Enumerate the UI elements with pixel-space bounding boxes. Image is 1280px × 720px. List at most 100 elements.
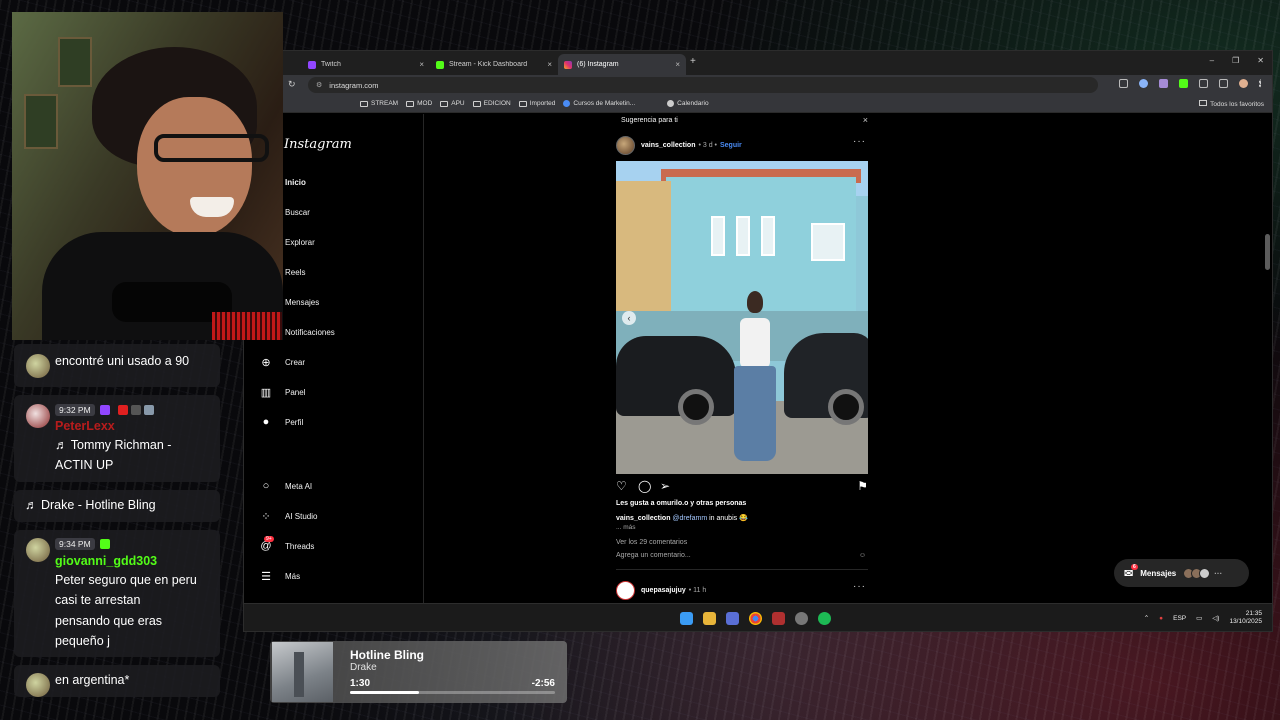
chat-username[interactable]: PeterLexx xyxy=(55,419,115,433)
progress-fill xyxy=(350,691,420,694)
photo-window xyxy=(736,216,750,256)
chat-username[interactable]: giovanni_gdd303 xyxy=(55,554,157,568)
photo-person-jeans xyxy=(734,366,776,461)
nav-label: Mensajes xyxy=(285,298,320,307)
chat-message: ♬ Drake - Hotline Bling xyxy=(14,490,220,522)
bookmark-folder-imported[interactable]: Imported xyxy=(518,100,556,107)
spotify-icon[interactable] xyxy=(818,612,831,625)
follow-button[interactable]: Seguir xyxy=(720,142,742,149)
new-tab-button[interactable]: + xyxy=(690,56,696,67)
app-icon[interactable] xyxy=(772,612,785,625)
nav-item-perfil[interactable]: ● Perfil xyxy=(255,416,304,428)
close-tab-icon[interactable]: × xyxy=(419,60,424,69)
nav-item-más[interactable]: ☰ Más xyxy=(255,570,300,583)
close-window-button[interactable]: ✕ xyxy=(1257,56,1264,65)
address-bar-row: ↻ ⚙ instagram.com xyxy=(244,75,1272,95)
streamer-face xyxy=(137,97,252,237)
url-text: instagram.com xyxy=(329,80,379,90)
nav-item-crear[interactable]: ⊕ Crear xyxy=(255,356,305,369)
messages-button[interactable]: ✉ 6 Mensajes ··· xyxy=(1114,559,1249,587)
bookmark-folder-mod[interactable]: MOD xyxy=(406,100,432,107)
network-icon[interactable]: ▭ xyxy=(1196,614,1202,622)
folder-icon xyxy=(518,100,527,107)
more-options-icon[interactable]: ··· xyxy=(853,581,866,592)
caption-username[interactable]: vains_collection xyxy=(616,515,670,522)
bookmark-folder-apu[interactable]: APU xyxy=(440,100,465,107)
comment-icon[interactable]: ◯ xyxy=(638,479,651,493)
reading-list-icon[interactable] xyxy=(1219,79,1228,88)
bookmark-label: Cursos de Marketin... xyxy=(573,100,636,107)
bookmark-cursos[interactable]: Cursos de Marketin... xyxy=(563,100,635,107)
caption-mention[interactable]: @drefamm xyxy=(672,515,707,522)
chevron-up-icon[interactable]: ⌃ xyxy=(1144,614,1149,622)
notification-badge: 9+ xyxy=(264,536,274,542)
post-username[interactable]: vains_collection xyxy=(641,142,695,149)
wall-poster xyxy=(58,37,92,87)
nav-item-meta-ai[interactable]: ○ Meta AI xyxy=(255,480,312,492)
reload-icon[interactable]: ↻ xyxy=(288,79,296,90)
window-controls: – ❐ ✕ xyxy=(1210,56,1264,65)
app-icon[interactable] xyxy=(726,612,739,625)
bookmark-calendario[interactable]: Calendario xyxy=(667,100,709,107)
close-icon[interactable]: × xyxy=(863,115,868,125)
share-icon[interactable]: ➢ xyxy=(660,479,670,493)
puzzle-icon[interactable] xyxy=(1199,79,1208,88)
tab-kick-dashboard[interactable]: Stream - Kick Dashboard × xyxy=(430,54,558,75)
language-indicator[interactable]: ESP xyxy=(1173,615,1186,622)
more-options-icon[interactable]: ··· xyxy=(853,136,866,147)
led-light xyxy=(212,312,282,340)
messages-label: Mensajes xyxy=(1140,568,1177,578)
bookmark-folder-stream[interactable]: STREAM xyxy=(360,100,398,107)
windows-taskbar: ⌃ ● ESP ▭ ◁) 21:35 13/10/2025 xyxy=(244,603,1272,631)
add-comment-placeholder: Agrega un comentario... xyxy=(616,552,691,559)
scrollbar[interactable] xyxy=(1265,234,1270,270)
close-tab-icon[interactable]: × xyxy=(547,60,552,69)
tab-twitch[interactable]: Twitch × xyxy=(302,54,430,75)
album-cover xyxy=(272,642,333,702)
avatar[interactable] xyxy=(616,581,635,600)
add-comment-field[interactable]: Agrega un comentario... ☺ xyxy=(616,552,868,559)
previous-photo-icon[interactable]: ‹ xyxy=(622,311,636,325)
nav-item-threads[interactable]: @9+ Threads xyxy=(255,536,314,552)
file-explorer-icon[interactable] xyxy=(703,612,716,625)
progress-bar xyxy=(350,691,555,694)
cast-icon[interactable] xyxy=(1119,79,1128,88)
chrome-icon[interactable] xyxy=(749,612,762,625)
likes-text[interactable]: Les gusta a omurilo.o y otras personas xyxy=(616,500,746,507)
avatar[interactable] xyxy=(616,136,635,155)
nav-item-panel[interactable]: ▥ Panel xyxy=(255,386,306,399)
app-icon[interactable] xyxy=(795,612,808,625)
kick-extension-icon[interactable] xyxy=(1179,79,1188,88)
clock-date: 13/10/2025 xyxy=(1229,618,1262,625)
profile-avatar-icon[interactable] xyxy=(1239,79,1248,88)
next-post-header: quepasajujuy • 11 h ··· xyxy=(616,581,868,600)
all-bookmarks-button[interactable]: Todos los favoritos xyxy=(1199,100,1264,108)
bookmark-label: EDICION xyxy=(483,100,511,107)
bookmark-star-icon[interactable] xyxy=(1139,79,1148,88)
kebab-menu-icon[interactable] xyxy=(1259,79,1262,88)
minimize-button[interactable]: – xyxy=(1210,56,1214,65)
windows-start-icon[interactable] xyxy=(680,612,693,625)
tab-instagram[interactable]: (6) Instagram × xyxy=(558,54,686,75)
bookmark-folder-edicion[interactable]: EDICION xyxy=(472,100,511,107)
url-field[interactable]: ⚙ instagram.com xyxy=(308,77,1098,93)
site-info-icon[interactable]: ⚙ xyxy=(316,81,322,89)
chat-text: Peter seguro que en peru xyxy=(55,573,197,587)
caption-more-link[interactable]: ... más xyxy=(616,524,636,531)
extension-icon[interactable] xyxy=(1159,79,1168,88)
post-image[interactable]: ‹ xyxy=(616,161,868,474)
photo-window xyxy=(761,216,775,256)
post-username[interactable]: quepasajujuy xyxy=(641,587,686,594)
restore-button[interactable]: ❐ xyxy=(1232,56,1239,65)
view-comments-link[interactable]: Ver los 29 comentarios xyxy=(616,539,687,546)
microphone-icon[interactable]: ● xyxy=(1159,615,1163,622)
close-tab-icon[interactable]: × xyxy=(675,60,680,69)
bookmark-label: Imported xyxy=(529,100,556,107)
volume-icon[interactable]: ◁) xyxy=(1212,614,1219,622)
like-heart-icon[interactable]: ♡ xyxy=(616,479,627,493)
nav-item-ai-studio[interactable]: ⁘ AI Studio xyxy=(255,510,317,523)
clock[interactable]: 21:35 13/10/2025 xyxy=(1229,610,1262,626)
chat-text: en argentina* xyxy=(55,673,130,687)
save-bookmark-icon[interactable]: ⚑ xyxy=(857,479,868,493)
emoji-icon[interactable]: ☺ xyxy=(859,552,866,559)
